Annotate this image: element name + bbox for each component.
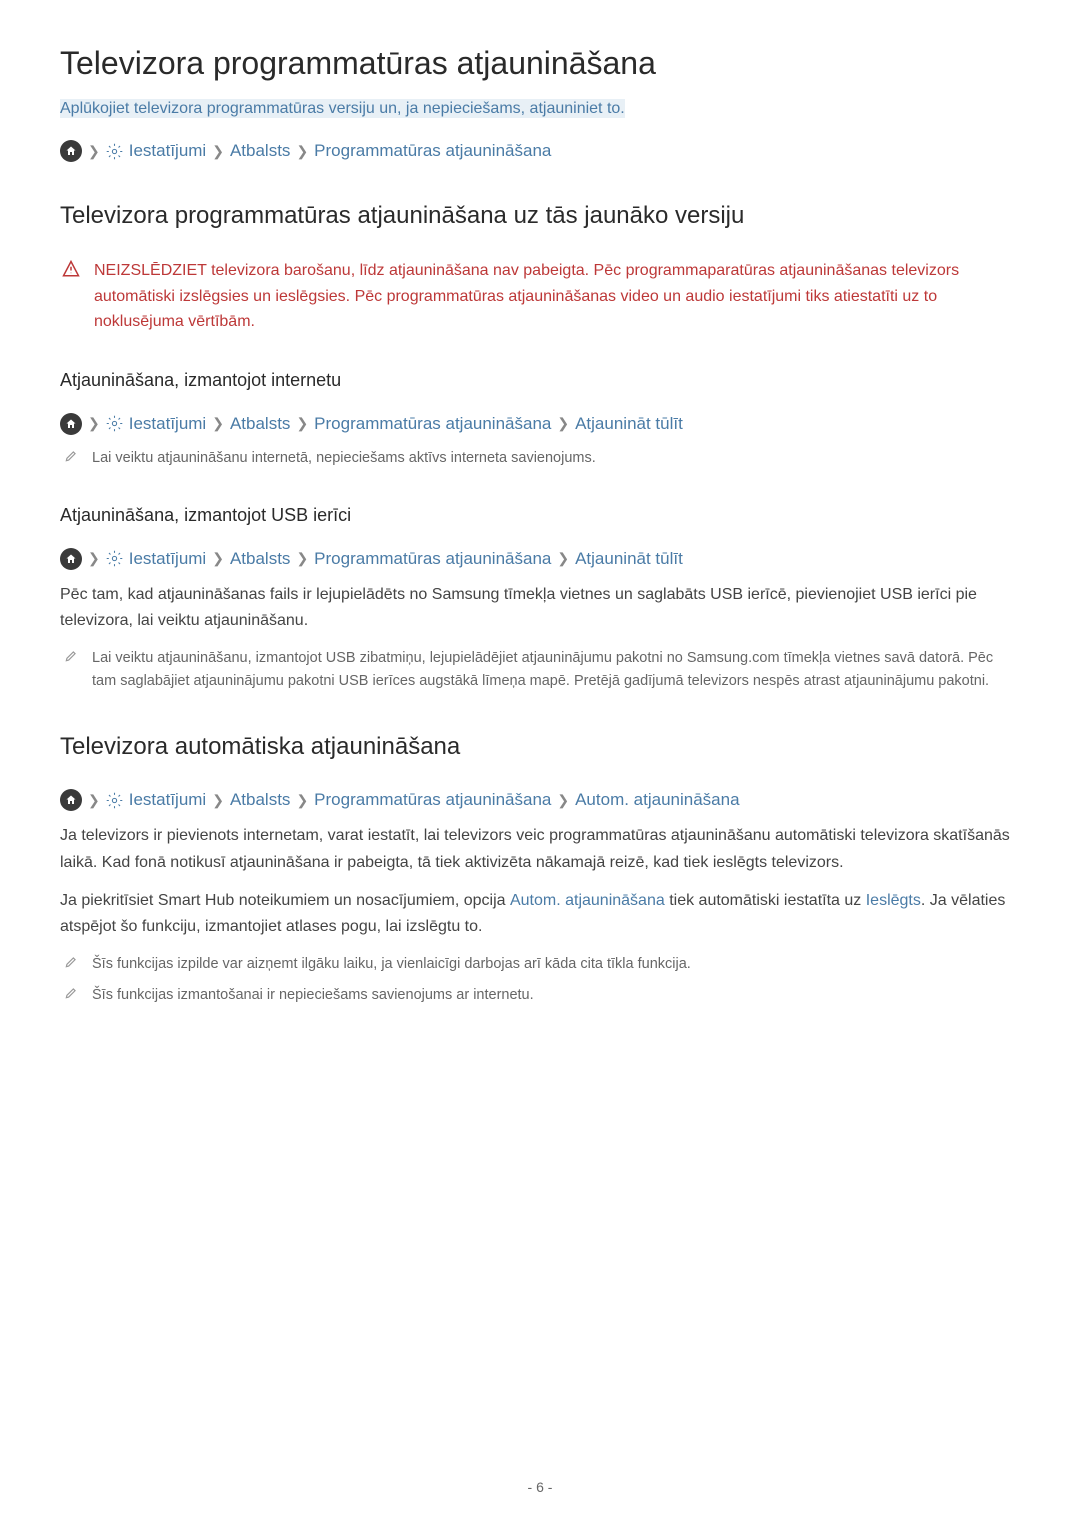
note-text: Lai veiktu atjaunināšanu internetā, nepi… — [92, 447, 596, 470]
chevron-icon: ❯ — [88, 792, 100, 809]
pencil-icon — [64, 986, 78, 1007]
chevron-icon: ❯ — [212, 792, 224, 809]
pencil-icon — [64, 649, 78, 693]
warning-block: NEIZSLĒDZIET televizora barošanu, līdz a… — [60, 258, 1020, 335]
chevron-icon: ❯ — [296, 415, 308, 432]
page-number: - 6 - — [0, 1479, 1080, 1495]
section-heading: Televizora programmatūras atjaunināšana … — [60, 202, 1020, 230]
breadcrumb-software-update: Programmatūras atjaunināšana — [314, 414, 551, 434]
home-icon — [60, 140, 82, 162]
breadcrumb-update-now: Atjaunināt tūlīt — [575, 414, 683, 434]
body-fragment: Ja piekritīsiet Smart Hub noteikumiem un… — [60, 892, 510, 909]
chevron-icon: ❯ — [557, 792, 569, 809]
home-icon — [60, 413, 82, 435]
breadcrumb-software-update: Programmatūras atjaunināšana — [314, 141, 551, 161]
chevron-icon: ❯ — [296, 550, 308, 567]
breadcrumb-support: Atbalsts — [230, 414, 290, 434]
gear-icon — [106, 792, 123, 809]
body-fragment: tiek automātiski iestatīta uz — [665, 892, 866, 909]
chevron-icon: ❯ — [557, 415, 569, 432]
chevron-icon: ❯ — [88, 550, 100, 567]
breadcrumb-settings: Iestatījumi — [129, 549, 206, 569]
chevron-icon: ❯ — [212, 415, 224, 432]
breadcrumb-software-update: Programmatūras atjaunināšana — [314, 549, 551, 569]
breadcrumb-settings: Iestatījumi — [129, 141, 206, 161]
chevron-icon: ❯ — [557, 550, 569, 567]
body-text: Pēc tam, kad atjaunināšanas fails ir lej… — [60, 582, 1020, 635]
breadcrumb-update-now: Atjaunināt tūlīt — [575, 549, 683, 569]
subsection-heading: Atjaunināšana, izmantojot USB ierīci — [60, 505, 1020, 526]
gear-icon — [106, 415, 123, 432]
chevron-icon: ❯ — [88, 143, 100, 160]
pencil-icon — [64, 449, 78, 470]
breadcrumb-internet: ❯ Iestatījumi ❯ Atbalsts ❯ Programmatūra… — [60, 413, 1020, 435]
note-block: Šīs funkcijas izmantošanai ir nepiecieša… — [60, 984, 1020, 1007]
breadcrumb-main: ❯ Iestatījumi ❯ Atbalsts ❯ Programmatūra… — [60, 140, 1020, 162]
breadcrumb-support: Atbalsts — [230, 790, 290, 810]
warning-icon — [62, 260, 80, 335]
chevron-icon: ❯ — [296, 792, 308, 809]
note-text: Šīs funkcijas izmantošanai ir nepiecieša… — [92, 984, 534, 1007]
page-title: Televizora programmatūras atjaunināšana — [60, 45, 1020, 82]
inline-link-auto-update: Autom. atjaunināšana — [510, 892, 665, 909]
body-text: Ja piekritīsiet Smart Hub noteikumiem un… — [60, 888, 1020, 941]
breadcrumb-settings: Iestatījumi — [129, 790, 206, 810]
chevron-icon: ❯ — [296, 143, 308, 160]
body-text: Ja televizors ir pievienots internetam, … — [60, 823, 1020, 876]
home-icon — [60, 548, 82, 570]
breadcrumb-software-update: Programmatūras atjaunināšana — [314, 790, 551, 810]
gear-icon — [106, 550, 123, 567]
note-block: Lai veiktu atjaunināšanu internetā, nepi… — [60, 447, 1020, 470]
note-text: Šīs funkcijas izpilde var aizņemt ilgāku… — [92, 953, 691, 976]
home-icon — [60, 789, 82, 811]
chevron-icon: ❯ — [88, 415, 100, 432]
breadcrumb-support: Atbalsts — [230, 141, 290, 161]
warning-text: NEIZSLĒDZIET televizora barošanu, līdz a… — [94, 258, 1020, 335]
note-block: Lai veiktu atjaunināšanu, izmantojot USB… — [60, 647, 1020, 693]
inline-link-on: Ieslēgts — [866, 892, 921, 909]
intro-text: Aplūkojiet televizora programmatūras ver… — [60, 99, 625, 118]
chevron-icon: ❯ — [212, 143, 224, 160]
pencil-icon — [64, 955, 78, 976]
note-text: Lai veiktu atjaunināšanu, izmantojot USB… — [92, 647, 1020, 693]
breadcrumb-auto: ❯ Iestatījumi ❯ Atbalsts ❯ Programmatūra… — [60, 789, 1020, 811]
breadcrumb-support: Atbalsts — [230, 549, 290, 569]
breadcrumb-auto-update: Autom. atjaunināšana — [575, 790, 739, 810]
section-heading: Televizora automātiska atjaunināšana — [60, 733, 1020, 761]
breadcrumb-usb: ❯ Iestatījumi ❯ Atbalsts ❯ Programmatūra… — [60, 548, 1020, 570]
subsection-heading: Atjaunināšana, izmantojot internetu — [60, 370, 1020, 391]
note-block: Šīs funkcijas izpilde var aizņemt ilgāku… — [60, 953, 1020, 976]
breadcrumb-settings: Iestatījumi — [129, 414, 206, 434]
gear-icon — [106, 143, 123, 160]
chevron-icon: ❯ — [212, 550, 224, 567]
